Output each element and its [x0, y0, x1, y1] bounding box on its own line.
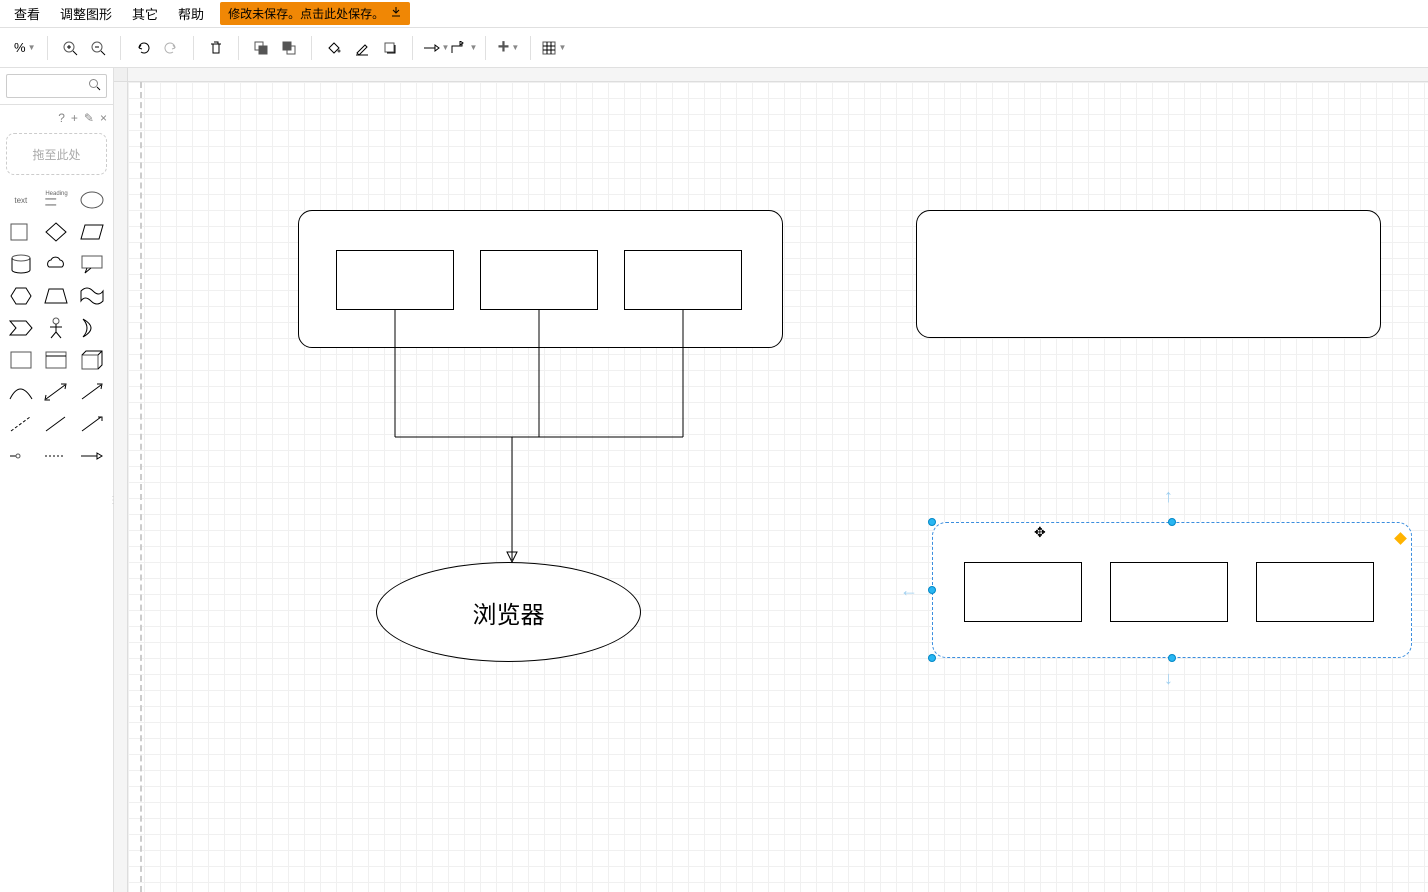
- menu-help[interactable]: 帮助: [168, 0, 214, 27]
- insert-button[interactable]: +▼: [494, 34, 522, 62]
- shape-connector3[interactable]: [77, 443, 107, 469]
- add-icon[interactable]: +: [71, 111, 78, 125]
- undo-button[interactable]: [129, 34, 157, 62]
- ellipse-label: 浏览器: [473, 595, 545, 630]
- shape-connector2[interactable]: [42, 443, 72, 469]
- shape-arrow[interactable]: [77, 379, 107, 405]
- diagram: 浏览器 ↑ ↓ ← ✥: [128, 82, 1428, 892]
- shape-text[interactable]: text: [6, 187, 36, 213]
- shape-internal[interactable]: [42, 347, 72, 373]
- shape-bidir-arrow[interactable]: [42, 379, 72, 405]
- menu-bar: 查看 调整图形 其它 帮助 修改未保存。点击此处保存。: [0, 0, 1428, 28]
- line-color-button[interactable]: [348, 34, 376, 62]
- shape-or[interactable]: [77, 315, 107, 341]
- zoom-in-button[interactable]: [56, 34, 84, 62]
- ruler-corner: [114, 68, 128, 82]
- redo-button[interactable]: [157, 34, 185, 62]
- help-icon[interactable]: ?: [58, 111, 65, 125]
- ruler-vertical[interactable]: [114, 82, 128, 892]
- sidebar: ? + ✎ × 拖至此处 text Heading━━━━━━: [0, 68, 114, 892]
- save-notice[interactable]: 修改未保存。点击此处保存。: [220, 2, 410, 25]
- container-2[interactable]: [916, 210, 1381, 338]
- to-front-button[interactable]: [247, 34, 275, 62]
- to-back-button[interactable]: [275, 34, 303, 62]
- delete-button[interactable]: [202, 34, 230, 62]
- toolbar: %▼ ▼ ▼ +▼ ▼: [0, 28, 1428, 68]
- box-1a[interactable]: [336, 250, 454, 310]
- main-area: ? + ✎ × 拖至此处 text Heading━━━━━━: [0, 68, 1428, 892]
- zoom-out-button[interactable]: [84, 34, 112, 62]
- shape-cylinder[interactable]: [6, 251, 36, 277]
- arrow-n-icon[interactable]: ↑: [1164, 486, 1173, 507]
- move-cursor-icon: ✥: [1034, 524, 1046, 541]
- fill-color-button[interactable]: [320, 34, 348, 62]
- close-icon[interactable]: ×: [100, 111, 107, 125]
- ruler-horizontal[interactable]: [128, 68, 1428, 82]
- shape-tape[interactable]: [77, 283, 107, 309]
- canvas[interactable]: 浏览器 ↑ ↓ ← ✥: [128, 82, 1428, 892]
- shape-hexagon[interactable]: [6, 283, 36, 309]
- handle-w[interactable]: [928, 586, 936, 594]
- shape-trapezoid[interactable]: [42, 283, 72, 309]
- scratch-toolbar: ? + ✎ ×: [0, 105, 113, 127]
- shape-parallelogram[interactable]: [77, 219, 107, 245]
- arrow-s-icon[interactable]: ↓: [1164, 668, 1173, 689]
- shape-dashed[interactable]: [6, 411, 36, 437]
- download-icon: [390, 6, 402, 21]
- zoom-dropdown[interactable]: %▼: [10, 40, 39, 55]
- scratchpad[interactable]: 拖至此处: [6, 133, 107, 175]
- menu-other[interactable]: 其它: [122, 0, 168, 27]
- shape-callout[interactable]: [77, 251, 107, 277]
- box-3c[interactable]: [1256, 562, 1374, 622]
- arrow-w-icon[interactable]: ←: [900, 580, 918, 601]
- caret-down-icon: ▼: [28, 43, 36, 52]
- menu-adjust[interactable]: 调整图形: [50, 0, 122, 27]
- shape-connector1[interactable]: [6, 443, 36, 469]
- shape-line[interactable]: [42, 411, 72, 437]
- shape-step[interactable]: [6, 315, 36, 341]
- shape-curve[interactable]: [6, 379, 36, 405]
- box-3a[interactable]: [964, 562, 1082, 622]
- search-icon[interactable]: [88, 78, 101, 94]
- edit-icon[interactable]: ✎: [84, 111, 94, 125]
- shape-heading[interactable]: Heading━━━━━━: [42, 187, 72, 213]
- handle-sw[interactable]: [928, 654, 936, 662]
- box-1c[interactable]: [624, 250, 742, 310]
- waypoints-button[interactable]: ▼: [449, 34, 477, 62]
- shape-ellipse[interactable]: [77, 187, 107, 213]
- shape-card[interactable]: [6, 347, 36, 373]
- ellipse-browser[interactable]: 浏览器: [376, 562, 641, 662]
- box-3b[interactable]: [1110, 562, 1228, 622]
- shape-palette: text Heading━━━━━━: [0, 181, 113, 892]
- shape-diamond[interactable]: [42, 219, 72, 245]
- table-button[interactable]: ▼: [539, 34, 567, 62]
- canvas-container: 浏览器 ↑ ↓ ← ✥: [114, 68, 1428, 892]
- connection-button[interactable]: ▼: [421, 34, 449, 62]
- box-1b[interactable]: [480, 250, 598, 310]
- handle-nw[interactable]: [928, 518, 936, 526]
- shape-actor[interactable]: [42, 315, 72, 341]
- handle-n[interactable]: [1168, 518, 1176, 526]
- save-notice-text: 修改未保存。点击此处保存。: [228, 5, 384, 22]
- shape-cloud[interactable]: [42, 251, 72, 277]
- shape-square[interactable]: [6, 219, 36, 245]
- shadow-button[interactable]: [376, 34, 404, 62]
- shape-cube[interactable]: [77, 347, 107, 373]
- menu-view[interactable]: 查看: [4, 0, 50, 27]
- handle-s[interactable]: [1168, 654, 1176, 662]
- shape-thin-arrow[interactable]: [77, 411, 107, 437]
